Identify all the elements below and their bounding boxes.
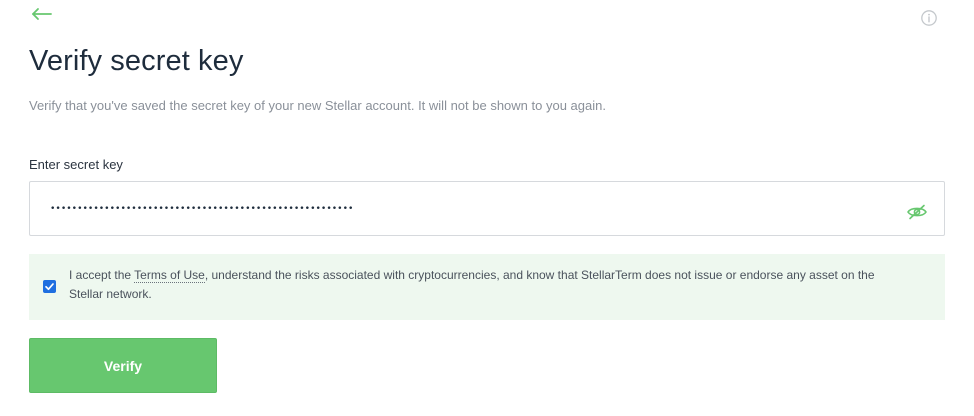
info-icon xyxy=(921,10,937,26)
terms-text: I accept the Terms of Use, understand th… xyxy=(69,266,909,304)
toggle-visibility-button[interactable] xyxy=(906,204,928,220)
terms-of-use-link[interactable]: Terms of Use xyxy=(134,268,205,283)
terms-prefix: I accept the xyxy=(69,268,135,282)
secret-key-label: Enter secret key xyxy=(29,157,123,172)
checkmark-icon xyxy=(45,283,54,291)
page-subtitle: Verify that you've saved the secret key … xyxy=(29,98,606,113)
back-button[interactable] xyxy=(30,4,54,24)
verify-button[interactable]: Verify xyxy=(29,338,217,393)
verify-secret-key-page: Verify secret key Verify that you've sav… xyxy=(0,0,974,416)
arrow-left-icon xyxy=(32,8,52,20)
info-button[interactable] xyxy=(920,9,938,27)
terms-acceptance: I accept the Terms of Use, understand th… xyxy=(29,254,945,320)
terms-checkbox[interactable] xyxy=(43,280,56,293)
secret-key-input[interactable] xyxy=(50,182,890,235)
eye-off-icon xyxy=(907,204,927,220)
secret-key-field xyxy=(29,181,945,236)
page-title: Verify secret key xyxy=(29,45,244,77)
